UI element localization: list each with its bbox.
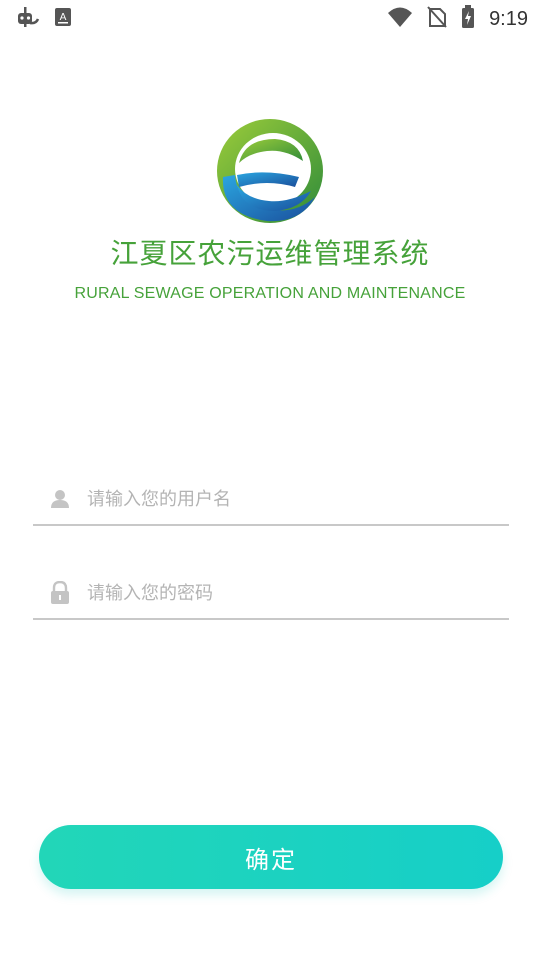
status-time: 9:19 xyxy=(489,7,528,30)
app-subtitle: RURAL SEWAGE OPERATION AND MAINTENANCE xyxy=(74,285,466,302)
battery-charging-icon xyxy=(461,5,475,33)
keyboard-a-icon: A xyxy=(54,7,72,31)
password-input[interactable] xyxy=(87,582,487,604)
wifi-icon xyxy=(387,6,413,32)
username-field[interactable] xyxy=(33,474,509,526)
no-sim-icon xyxy=(427,6,447,32)
user-icon xyxy=(33,489,87,509)
status-bar: A 9:19 xyxy=(0,0,540,38)
lock-icon xyxy=(33,581,87,605)
svg-text:A: A xyxy=(60,12,67,23)
username-input[interactable] xyxy=(87,488,487,510)
confirm-button[interactable]: 确定 xyxy=(39,825,503,889)
password-field[interactable] xyxy=(33,568,509,620)
app-title: 江夏区农污运维管理系统 xyxy=(110,237,430,270)
bug-icon xyxy=(14,4,40,34)
e-logo-icon xyxy=(215,115,325,225)
